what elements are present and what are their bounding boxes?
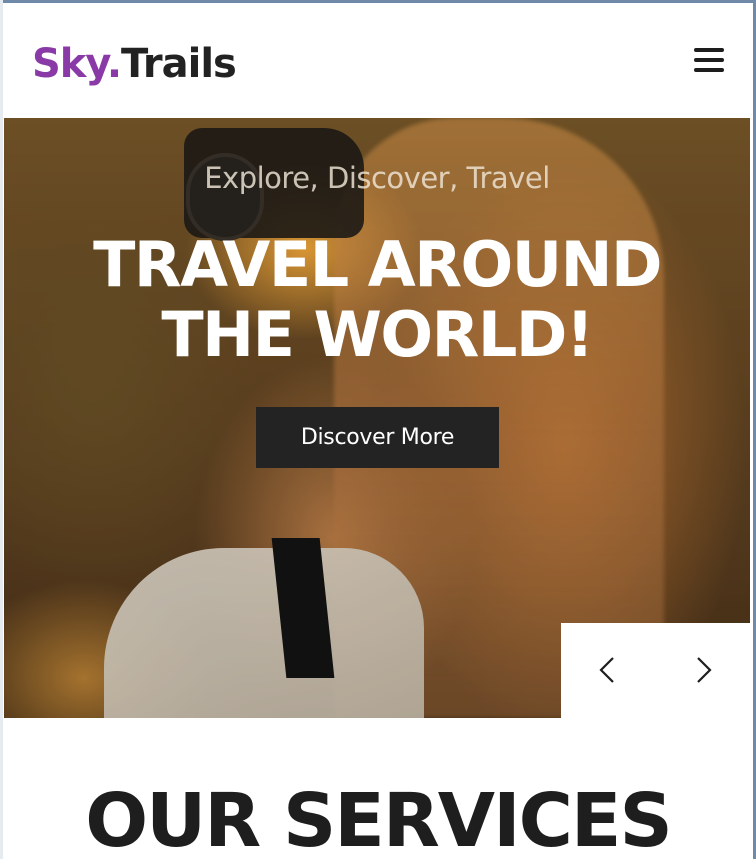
logo-sky-text: Sky. bbox=[32, 41, 122, 87]
hamburger-bar bbox=[694, 68, 724, 72]
logo-trails-text: Trails bbox=[121, 41, 237, 87]
discover-more-button[interactable]: Discover More bbox=[256, 407, 499, 468]
browser-viewport: Sky.Trails Explore, Discover, Travel Tra… bbox=[0, 0, 756, 859]
slider-nav bbox=[561, 623, 750, 718]
chevron-right-icon[interactable] bbox=[686, 653, 720, 687]
site-logo[interactable]: Sky.Trails bbox=[32, 40, 237, 88]
hamburger-bar bbox=[694, 48, 724, 52]
chevron-left-icon[interactable] bbox=[591, 653, 625, 687]
hero-title-line-1: Travel Around bbox=[93, 228, 662, 301]
services-heading: OUR SERVICES bbox=[85, 778, 673, 859]
hamburger-menu-icon[interactable] bbox=[694, 46, 724, 74]
hero-title-line-2: The World! bbox=[161, 298, 594, 371]
hero-title: Travel Around The World! bbox=[4, 230, 750, 370]
hamburger-bar bbox=[694, 58, 724, 62]
window-border-left bbox=[0, 0, 3, 859]
site-header: Sky.Trails bbox=[4, 3, 750, 118]
hero-kicker: Explore, Discover, Travel bbox=[204, 161, 550, 195]
